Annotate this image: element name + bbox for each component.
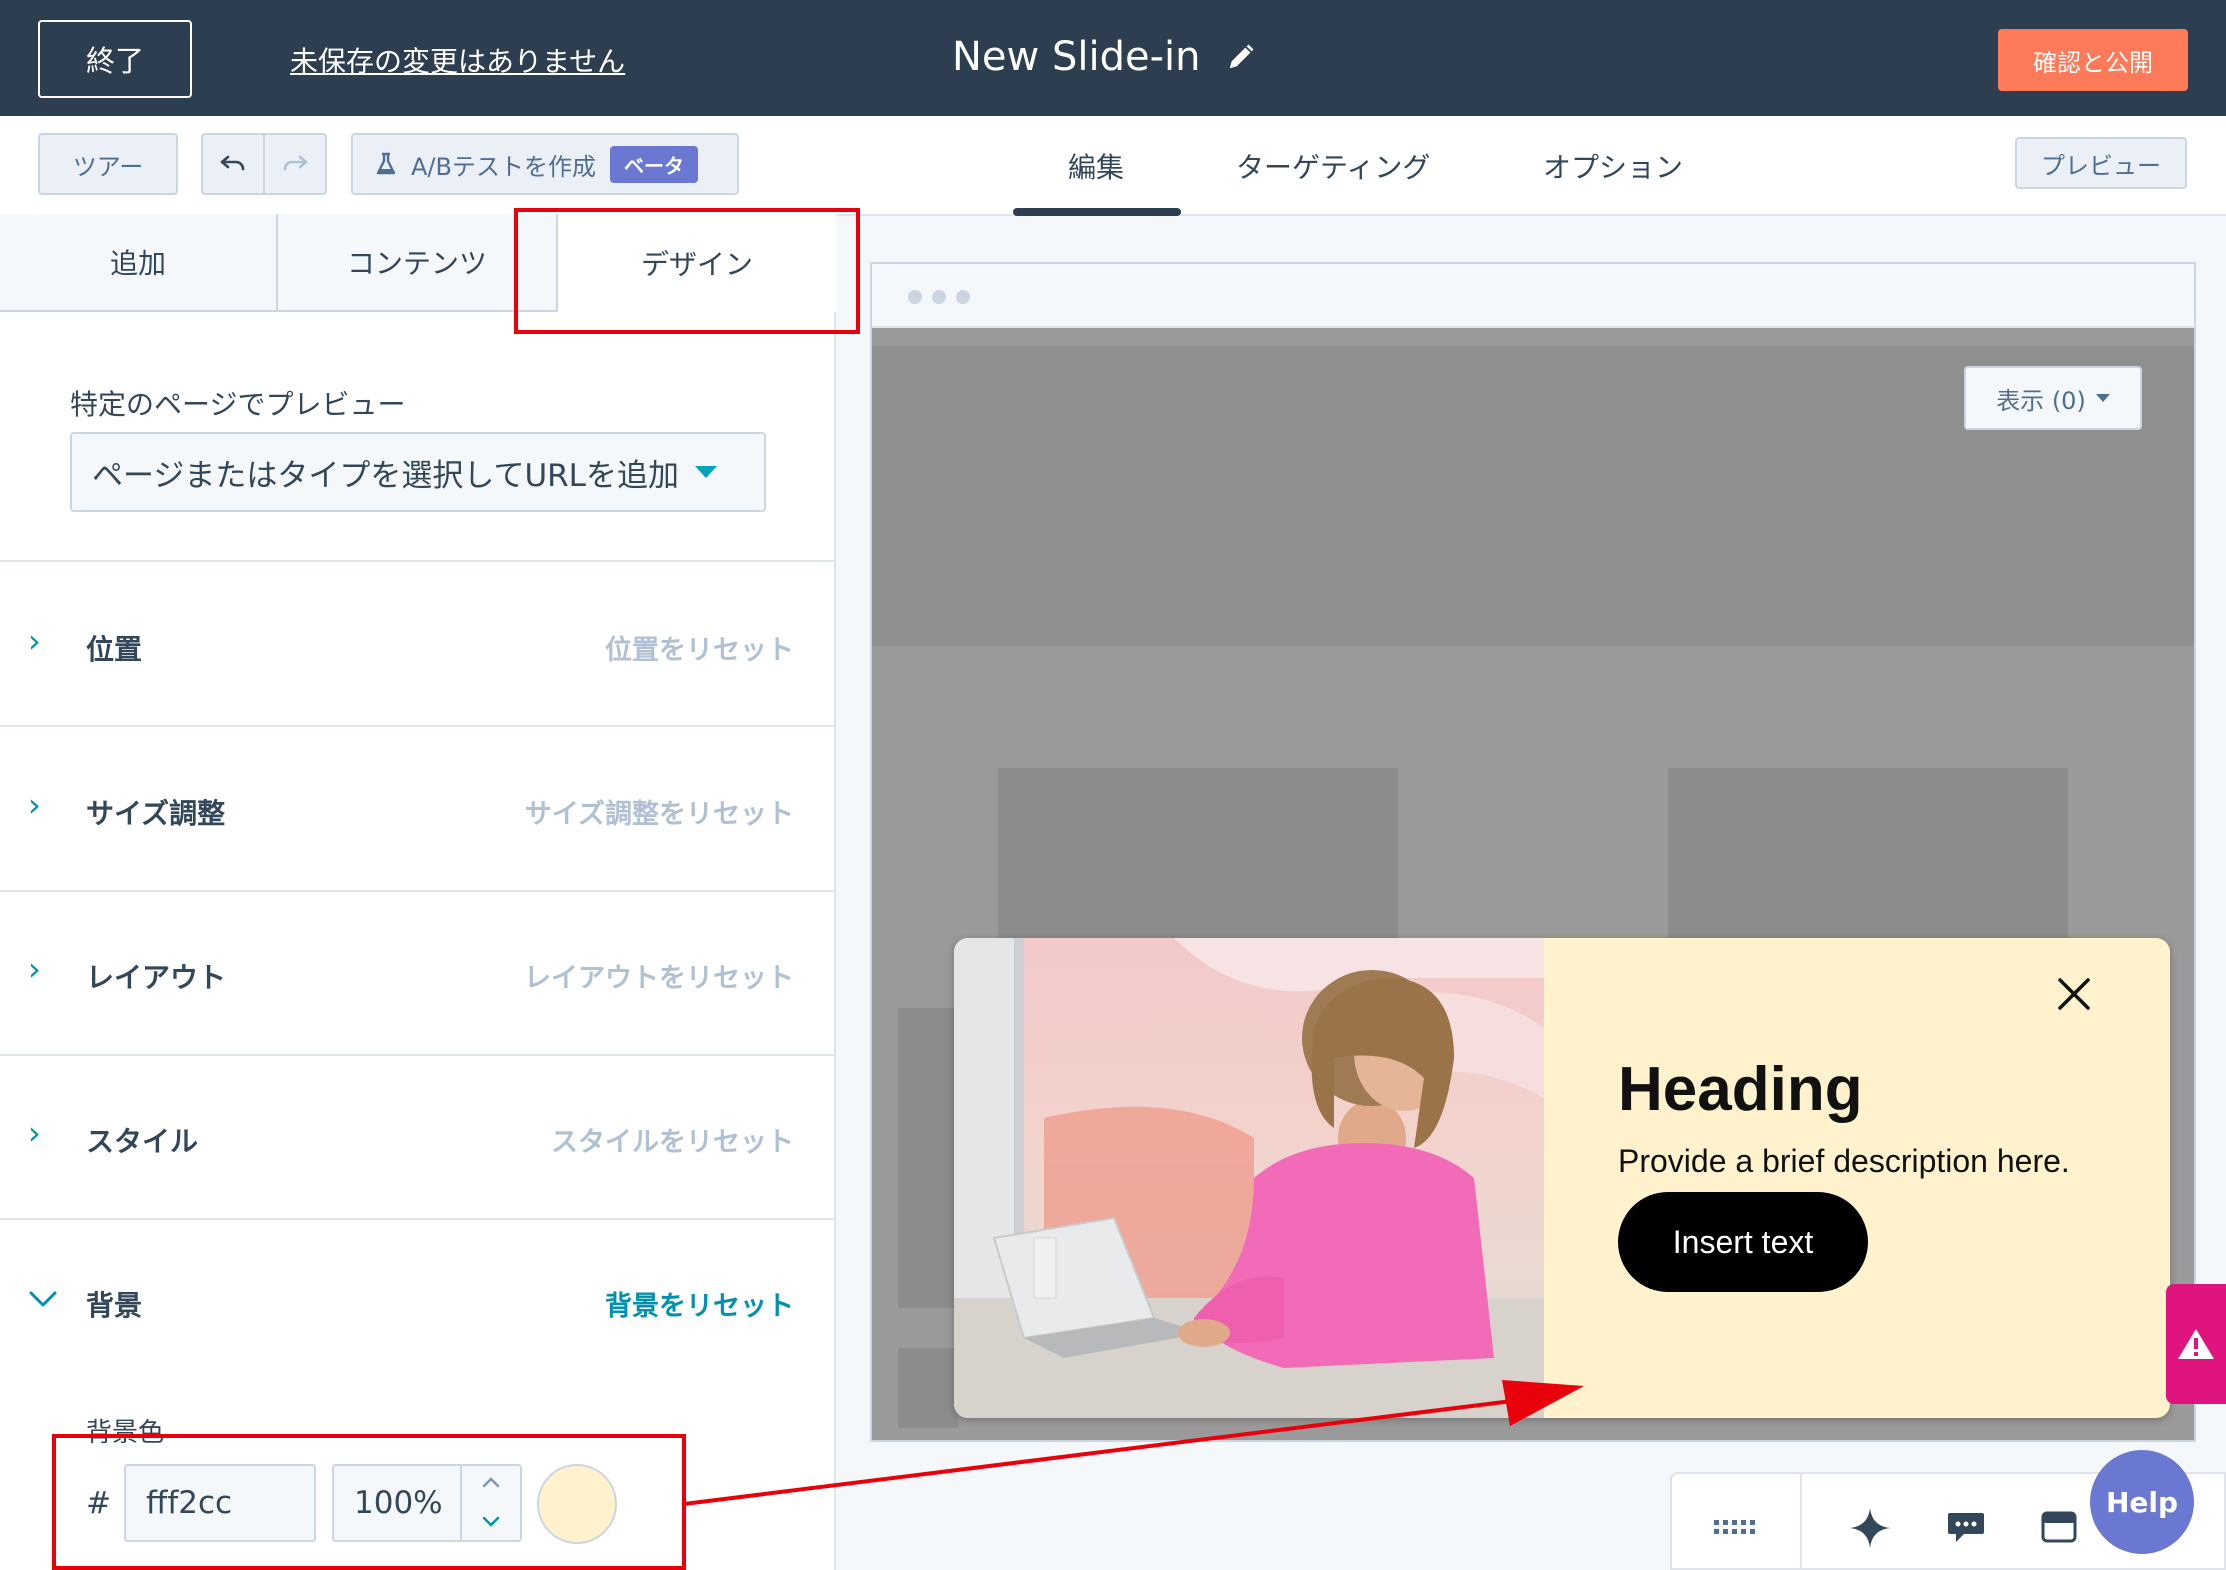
chevron-right-icon[interactable]: › [28, 786, 41, 824]
sparkle-icon[interactable] [1848, 1506, 1892, 1550]
slide-in-heading[interactable]: Heading [1618, 1054, 1863, 1125]
caret-down-icon [694, 466, 717, 478]
browser-toolbar [872, 264, 2194, 328]
window-icon[interactable] [2040, 1510, 2078, 1544]
pencil-icon[interactable] [1226, 42, 1256, 72]
page-title[interactable]: New Slide-in [952, 34, 1200, 80]
page-url-select-value: ページまたはタイプを選択してURLを追加 [92, 457, 679, 494]
chevron-down-icon[interactable] [28, 1288, 58, 1310]
hero-photo [954, 938, 1544, 1418]
chevron-right-icon[interactable]: › [28, 622, 41, 660]
unsaved-changes-link[interactable]: 未保存の変更はありません [290, 40, 625, 80]
section-layout-title[interactable]: レイアウト [86, 956, 226, 996]
show-dropdown-label: 表示 (0) [1996, 386, 2086, 415]
reset-background-link[interactable]: 背景をリセット [605, 1284, 794, 1323]
redo-icon [283, 155, 308, 171]
browser-dot-icon [956, 290, 970, 304]
chevron-right-icon[interactable]: › [28, 950, 41, 988]
preview-button[interactable]: プレビュー [2015, 137, 2187, 189]
divider [0, 725, 836, 727]
reset-layout-link[interactable]: レイアウトをリセット [524, 956, 794, 995]
page-placeholder-block [898, 1008, 958, 1308]
help-button[interactable]: Help [2090, 1450, 2194, 1554]
slide-in-description[interactable]: Provide a brief description here. [1618, 1143, 2070, 1180]
flask-icon [376, 152, 396, 175]
section-background-title[interactable]: 背景 [86, 1284, 142, 1324]
panel-tab-add[interactable]: 追加 [0, 214, 278, 312]
undo-icon [220, 155, 245, 171]
close-icon[interactable] [2054, 974, 2094, 1014]
page-placeholder-block [898, 1348, 958, 1428]
divider [0, 1218, 836, 1220]
tab-targeting[interactable]: ターゲティング [1236, 146, 1430, 186]
divider [0, 890, 836, 892]
reset-sizing-link[interactable]: サイズ調整をリセット [525, 792, 794, 831]
tab-edit[interactable]: 編集 [1068, 146, 1124, 186]
slide-in-cta-button[interactable]: Insert text [1618, 1192, 1868, 1292]
undo-button[interactable] [201, 133, 265, 195]
show-dropdown-button[interactable]: 表示 (0) [1964, 366, 2142, 430]
grid-dots-icon[interactable] [1712, 1518, 1758, 1538]
browser-dot-icon [932, 290, 946, 304]
page-placeholder-block [1668, 768, 2068, 948]
active-tab-indicator [1013, 208, 1181, 216]
section-style-title[interactable]: スタイル [86, 1120, 198, 1160]
warning-tab[interactable] [2166, 1284, 2226, 1404]
tools-divider [1800, 1472, 1802, 1570]
divider [0, 560, 836, 562]
chevron-right-icon[interactable]: › [28, 1114, 41, 1152]
slide-in-popup[interactable]: Heading Provide a brief description here… [954, 938, 2170, 1418]
review-publish-button[interactable]: 確認と公開 [1998, 29, 2188, 91]
reset-style-link[interactable]: スタイルをリセット [551, 1120, 794, 1159]
divider [0, 1054, 836, 1056]
browser-dot-icon [908, 290, 922, 304]
page-placeholder-block [998, 768, 1398, 948]
chat-icon[interactable] [1946, 1510, 1986, 1546]
reset-position-link[interactable]: 位置をリセット [605, 628, 794, 667]
section-position-title[interactable]: 位置 [86, 628, 142, 668]
beta-badge: ベータ [609, 145, 698, 183]
warning-icon [2178, 1329, 2214, 1359]
annotation-highlight-color-input [52, 1434, 686, 1570]
ab-test-button[interactable]: A/Bテストを作成 ベータ [351, 133, 739, 195]
redo-button[interactable] [263, 133, 327, 195]
preview-on-page-label: 特定のページでプレビュー [70, 388, 406, 421]
ab-test-label: A/Bテストを作成 [411, 152, 596, 181]
annotation-highlight-design-tab [514, 208, 860, 334]
exit-button[interactable]: 終了 [38, 20, 192, 98]
tour-button[interactable]: ツアー [38, 133, 178, 195]
page-url-select[interactable]: ページまたはタイプを選択してURLを追加 [70, 432, 766, 512]
woman-at-laptop-image [954, 938, 1544, 1418]
caret-down-icon [2095, 394, 2110, 402]
section-sizing-title[interactable]: サイズ調整 [86, 792, 225, 832]
tab-options[interactable]: オプション [1543, 146, 1683, 186]
